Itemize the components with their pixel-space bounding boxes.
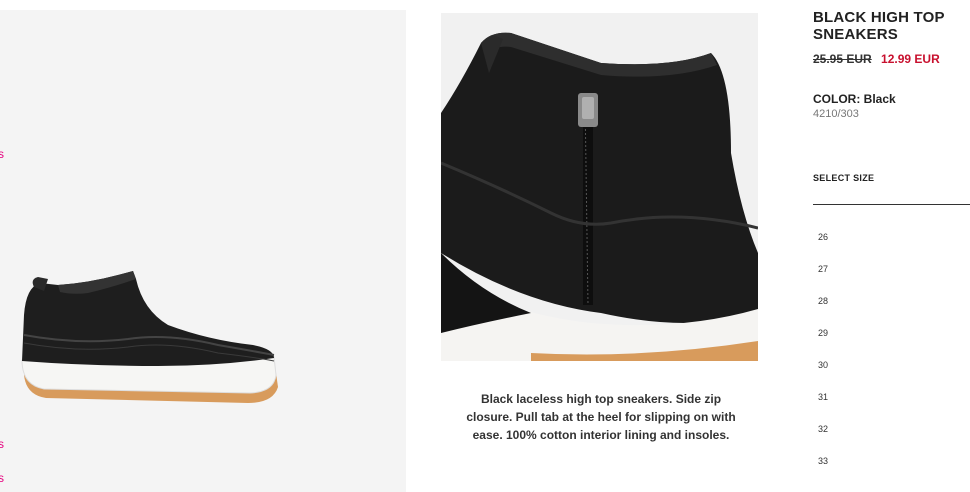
main-product-image-panel: s s s <box>0 10 406 492</box>
size-option-31[interactable]: 31 <box>813 381 970 413</box>
size-divider <box>813 204 970 205</box>
size-option-28[interactable]: 28 <box>813 285 970 317</box>
product-info: BLACK HIGH TOP SNEAKERS 25.95 EUR 12.99 … <box>813 9 970 477</box>
color-label: COLOR: Black <box>813 92 896 106</box>
product-description: Black laceless high top sneakers. Side z… <box>466 392 736 442</box>
old-price: 25.95 EUR <box>813 52 872 66</box>
size-option-30[interactable]: 30 <box>813 349 970 381</box>
product-reference: 4210/303 <box>813 108 859 120</box>
sneaker-side-image[interactable] <box>18 265 283 415</box>
size-option-29[interactable]: 29 <box>813 317 970 349</box>
side-link-3[interactable]: s <box>0 471 4 485</box>
size-option-33[interactable]: 33 <box>813 445 970 477</box>
select-size-label: SELECT SIZE <box>813 173 875 183</box>
size-option-32[interactable]: 32 <box>813 413 970 445</box>
zipper-closeup-image <box>441 13 758 361</box>
side-link-1[interactable]: s <box>0 147 4 161</box>
price-row: 25.95 EUR 12.99 EUR <box>813 52 970 66</box>
product-detail-image[interactable] <box>441 13 758 361</box>
sale-price: 12.99 EUR <box>881 52 940 66</box>
product-title: BLACK HIGH TOP SNEAKERS <box>813 9 945 43</box>
size-list: 26 27 28 29 30 31 32 33 <box>813 221 970 477</box>
size-option-27[interactable]: 27 <box>813 253 970 285</box>
size-option-26[interactable]: 26 <box>813 221 970 253</box>
side-link-2[interactable]: s <box>0 437 4 451</box>
